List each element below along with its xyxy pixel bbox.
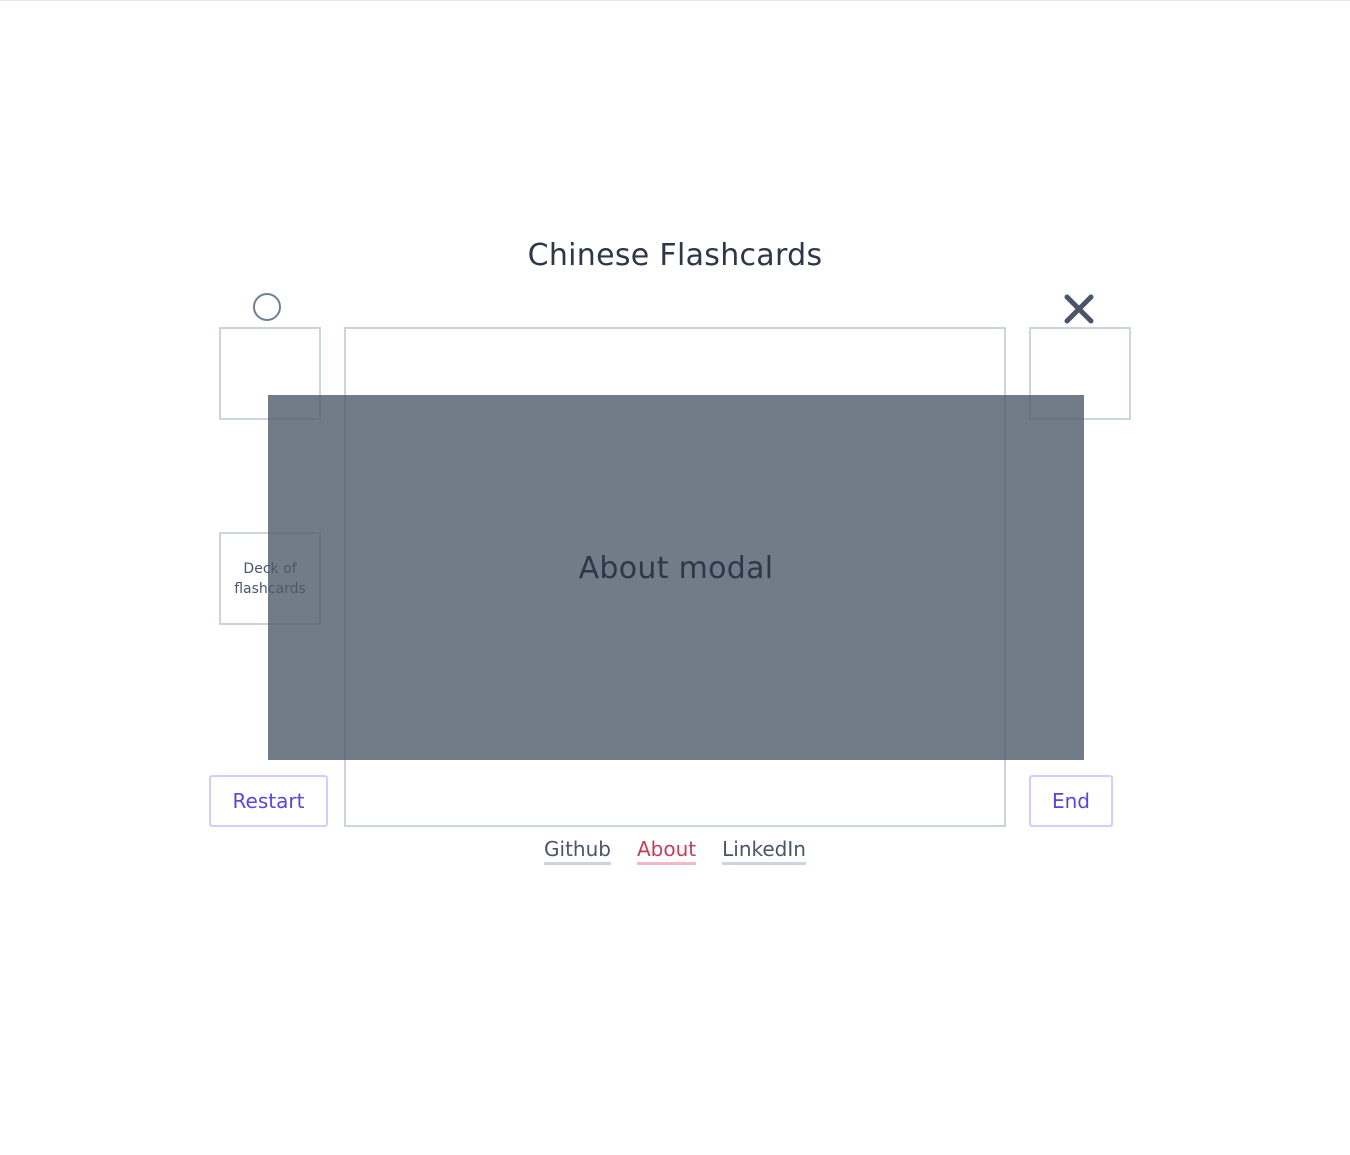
page-title: Chinese Flashcards: [527, 238, 823, 273]
x-icon: [1064, 294, 1094, 324]
linkedin-link[interactable]: LinkedIn: [722, 836, 806, 865]
about-link[interactable]: About: [636, 836, 697, 865]
footer-nav: Github About LinkedIn: [0, 836, 1350, 865]
github-link[interactable]: Github: [544, 836, 611, 865]
end-button[interactable]: End: [1029, 775, 1113, 827]
top-divider: [0, 0, 1350, 1]
restart-button[interactable]: Restart: [209, 775, 328, 827]
about-modal[interactable]: About modal: [268, 395, 1084, 760]
modal-title: About modal: [578, 550, 774, 586]
circle-icon: [253, 293, 281, 321]
